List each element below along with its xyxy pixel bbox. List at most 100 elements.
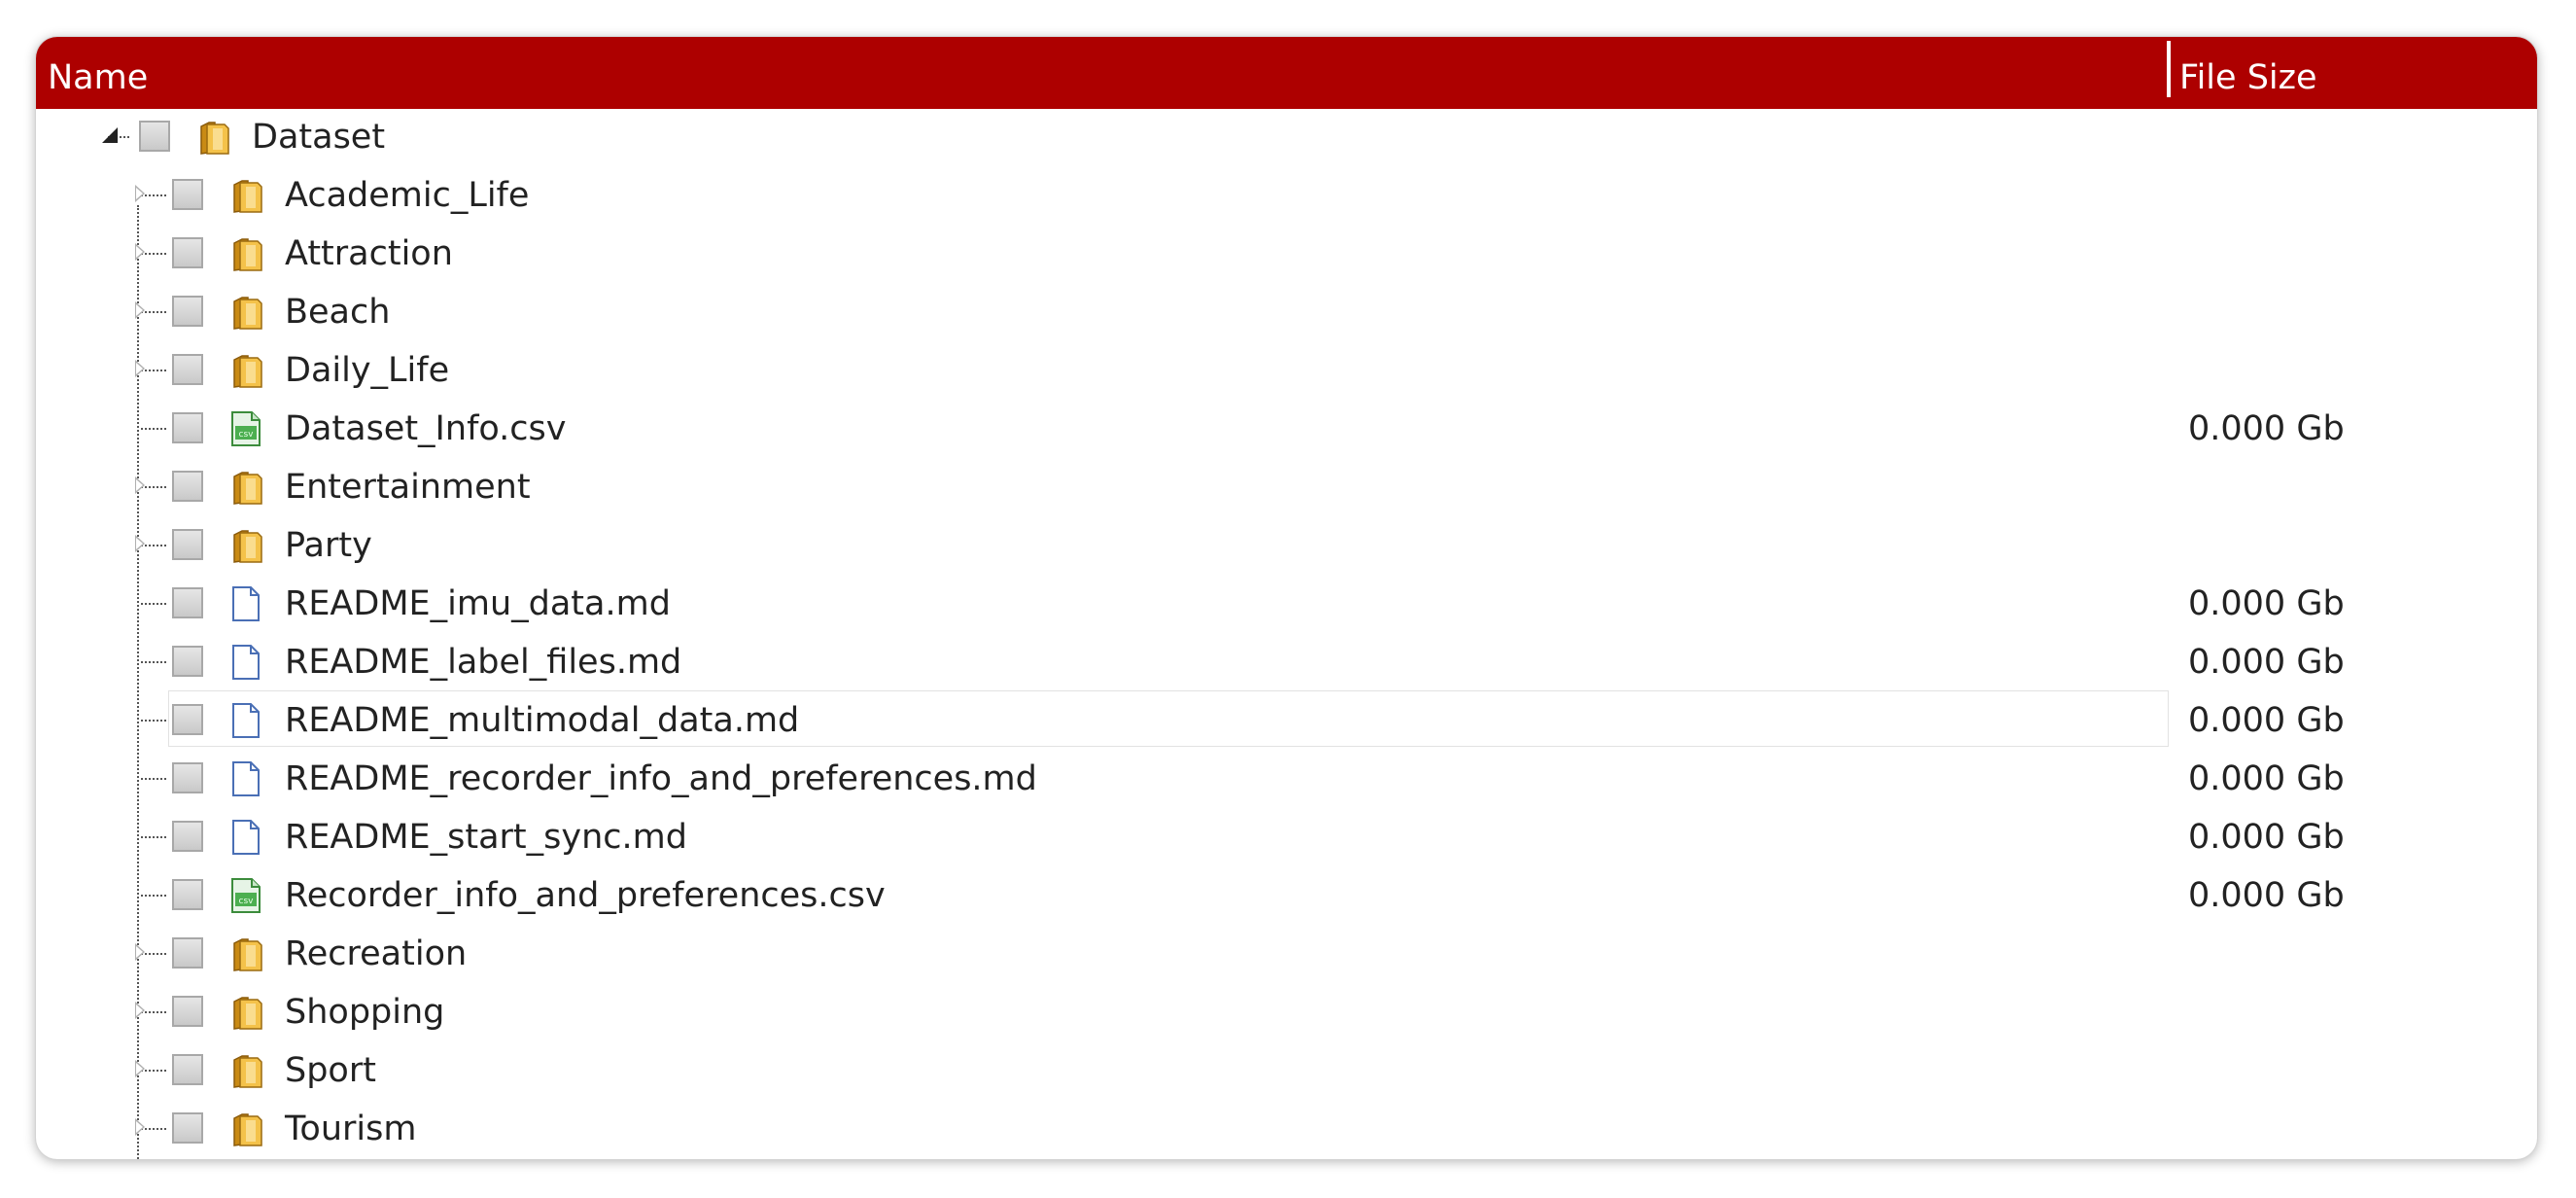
expand-arrow-icon[interactable] (135, 1060, 145, 1077)
file-size-value: 0.000 Gb (2188, 876, 2345, 915)
row-checkbox[interactable] (172, 179, 203, 210)
csv-file-icon: csv (228, 877, 263, 914)
tree-row[interactable]: README_imu_data.md 0.000 Gb (36, 574, 2537, 632)
row-checkbox[interactable] (172, 529, 203, 560)
document-icon (228, 702, 263, 739)
tree-connector (141, 720, 166, 722)
tree-connector (141, 428, 166, 430)
item-name[interactable]: Shopping (285, 982, 444, 1040)
item-name[interactable]: Academic_Life (285, 165, 529, 224)
svg-text:csv: csv (239, 430, 255, 440)
tree-row[interactable]: csv Recorder_info_and_preferences.csv 0.00… (36, 865, 2537, 924)
folder-icon (228, 994, 263, 1031)
item-name[interactable]: Attraction (285, 224, 453, 282)
item-name[interactable]: README_imu_data.md (285, 574, 671, 632)
folder-icon (228, 1110, 263, 1147)
row-checkbox[interactable] (172, 996, 203, 1027)
file-size-column-header[interactable]: File Size (2179, 37, 2317, 109)
column-resize-handle[interactable] (2167, 41, 2171, 97)
tree-row[interactable]: csv Dataset_Info.csv 0.000 Gb (36, 399, 2537, 457)
folder-icon (228, 935, 263, 972)
folder-icon (195, 119, 230, 156)
file-tree: Dataset Academic_Life Attraction Beach Daily… (36, 109, 2537, 1159)
expand-arrow-icon[interactable] (135, 1118, 145, 1136)
tree-row[interactable]: README_start_sync.md 0.000 Gb (36, 807, 2537, 865)
collapse-arrow-icon[interactable] (102, 127, 118, 143)
row-checkbox[interactable] (172, 354, 203, 385)
item-name[interactable]: README_recorder_info_and_preferences.md (285, 749, 1037, 807)
tree-connector (141, 603, 166, 605)
tree-row[interactable]: Recreation (36, 924, 2537, 982)
tree-connector (141, 895, 166, 897)
tree-row[interactable]: README_label_files.md 0.000 Gb (36, 632, 2537, 690)
expand-arrow-icon[interactable] (135, 360, 145, 377)
item-name[interactable]: Beach (285, 282, 390, 340)
item-name[interactable]: Sport (285, 1040, 376, 1099)
item-name[interactable]: README_start_sync.md (285, 807, 687, 865)
tree-row[interactable]: Tourism (36, 1099, 2537, 1157)
tree-row[interactable]: README_multimodal_data.md 0.000 Gb (36, 690, 2537, 749)
item-name[interactable]: Party (285, 515, 372, 574)
row-checkbox[interactable] (172, 762, 203, 793)
expand-arrow-icon[interactable] (135, 1002, 145, 1019)
item-name[interactable]: README_multimodal_data.md (285, 690, 799, 749)
file-size-value: 0.000 Gb (2188, 759, 2345, 798)
row-checkbox[interactable] (172, 587, 203, 618)
row-checkbox[interactable] (172, 296, 203, 327)
expand-arrow-icon[interactable] (135, 943, 145, 961)
document-icon (228, 760, 263, 797)
row-checkbox[interactable] (139, 121, 170, 152)
item-name[interactable]: Dataset (252, 107, 385, 165)
tree-row[interactable]: README_recorder_info_and_preferences.md 0… (36, 749, 2537, 807)
tree-row[interactable]: Party (36, 515, 2537, 574)
row-checkbox[interactable] (172, 471, 203, 502)
item-name[interactable]: Daily_Life (285, 340, 449, 399)
row-checkbox[interactable] (172, 646, 203, 677)
tree-row[interactable]: Sport (36, 1040, 2537, 1099)
expand-arrow-icon[interactable] (135, 185, 145, 202)
tree-row[interactable]: Entertainment (36, 457, 2537, 515)
document-icon (228, 819, 263, 856)
row-checkbox[interactable] (172, 1054, 203, 1085)
tree-row[interactable]: Academic_Life (36, 165, 2537, 224)
item-name[interactable]: Recorder_info_and_preferences.csv (285, 865, 886, 924)
item-name[interactable]: README_label_files.md (285, 632, 681, 690)
row-checkbox[interactable] (172, 879, 203, 910)
file-size-value: 0.000 Gb (2188, 409, 2345, 448)
file-size-value: 0.000 Gb (2188, 701, 2345, 740)
row-checkbox[interactable] (172, 821, 203, 852)
tree-row[interactable]: Daily_Life (36, 340, 2537, 399)
folder-icon (228, 352, 263, 389)
tree-connector (141, 836, 166, 838)
row-checkbox[interactable] (172, 1112, 203, 1144)
expand-arrow-icon[interactable] (135, 535, 145, 552)
item-name[interactable]: Dataset_Info.csv (285, 399, 567, 457)
row-checkbox[interactable] (172, 412, 203, 443)
folder-icon (228, 1052, 263, 1089)
tree-root-row[interactable]: Dataset (36, 107, 2537, 165)
tree-row[interactable]: Beach (36, 282, 2537, 340)
tree-row[interactable]: Shopping (36, 982, 2537, 1040)
expand-arrow-icon[interactable] (135, 476, 145, 494)
folder-icon (228, 235, 263, 272)
expand-arrow-icon[interactable] (135, 243, 145, 261)
item-name[interactable]: Tourism (285, 1099, 416, 1157)
document-icon (228, 644, 263, 681)
name-column-header[interactable]: Name (48, 37, 148, 109)
folder-icon (228, 527, 263, 564)
item-name[interactable]: Entertainment (285, 457, 531, 515)
tree-connector (141, 661, 166, 663)
file-size-value: 0.000 Gb (2188, 584, 2345, 623)
row-checkbox[interactable] (172, 237, 203, 268)
tree-row[interactable]: Attraction (36, 224, 2537, 282)
expand-arrow-icon[interactable] (135, 301, 145, 319)
tree-connector (141, 778, 166, 780)
row-checkbox[interactable] (172, 937, 203, 969)
row-checkbox[interactable] (172, 704, 203, 735)
column-header-bar: Name File Size (36, 37, 2537, 109)
document-icon (228, 585, 263, 622)
folder-icon (228, 469, 263, 506)
item-name[interactable]: Recreation (285, 924, 467, 982)
folder-icon (228, 177, 263, 214)
file-tree-panel: Name File Size Dataset Academic_Life Attra… (36, 37, 2537, 1159)
